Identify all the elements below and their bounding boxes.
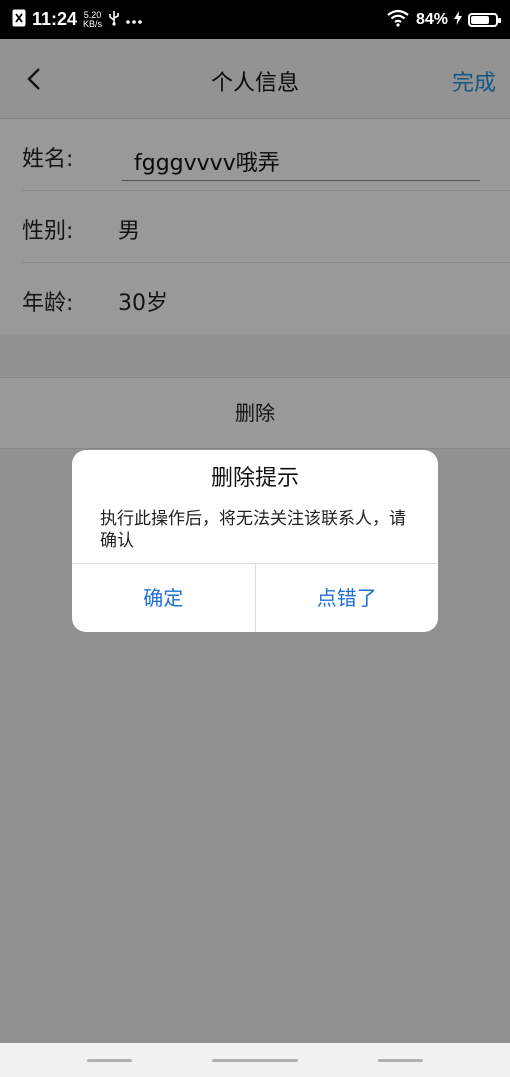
charging-icon — [454, 10, 462, 29]
network-speed: 5.20 KB/s — [83, 10, 103, 29]
dialog-message: 执行此操作后，将无法关注该联系人，请确认 — [100, 509, 406, 551]
network-speed-unit: KB/s — [83, 18, 103, 29]
status-right: 84% — [386, 9, 501, 31]
usb-icon — [108, 10, 120, 30]
back-handle[interactable] — [378, 1059, 423, 1062]
more-dots-icon — [126, 10, 142, 29]
wifi-icon — [386, 9, 410, 31]
cancel-button[interactable]: 点错了 — [254, 564, 439, 632]
battery-fill — [471, 15, 490, 24]
home-handle[interactable] — [212, 1059, 298, 1062]
recents-handle[interactable] — [87, 1059, 132, 1062]
system-nav-bar — [0, 1043, 510, 1077]
delete-confirm-dialog: 删除提示 执行此操作后，将无法关注该联系人，请确认 确定 点错了 — [72, 450, 438, 632]
status-left: 11:24 5.20 KB/s — [12, 9, 142, 31]
confirm-button[interactable]: 确定 — [72, 564, 255, 632]
status-bar: 11:24 5.20 KB/s 84% — [0, 0, 510, 39]
status-time: 11:24 — [32, 9, 78, 29]
battery-percent: 84% — [415, 10, 448, 28]
dialog-title: 删除提示 — [210, 466, 299, 491]
dialog-buttons: 确定 点错了 — [72, 563, 438, 632]
battery-icon — [468, 12, 501, 27]
notification-close-icon — [12, 9, 26, 31]
